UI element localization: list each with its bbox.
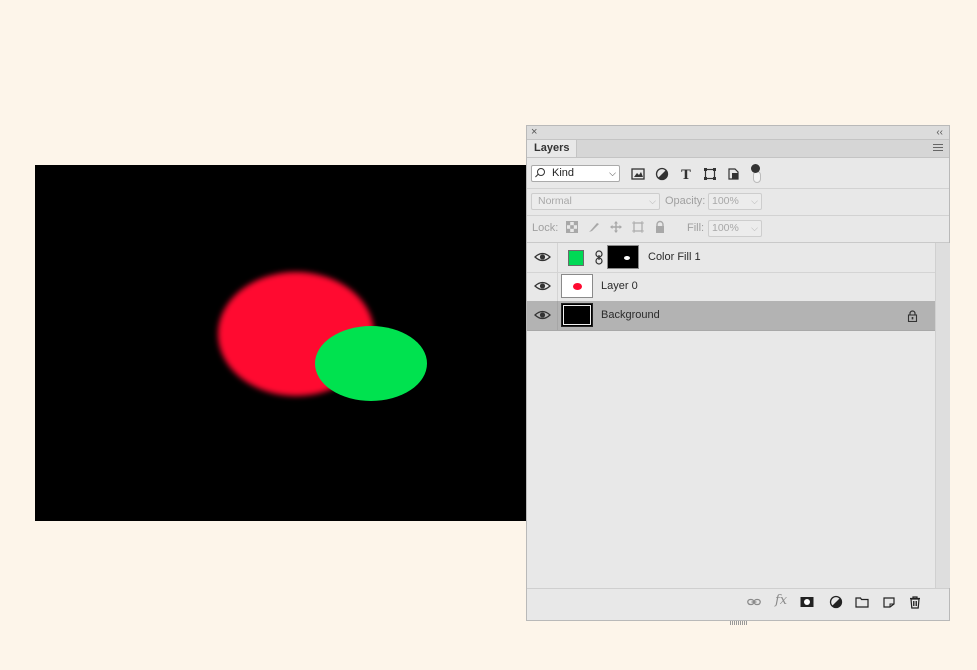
green-ellipse	[315, 326, 427, 401]
lock-image-pixels-icon[interactable]	[587, 220, 601, 234]
visibility-eye-icon[interactable]	[534, 279, 551, 293]
color-fill-thumbnail[interactable]	[561, 246, 585, 268]
lock-artboard-icon[interactable]	[631, 220, 645, 234]
layer-filter-row: Kind ⌵ T	[527, 158, 949, 189]
opacity-field[interactable]: 100% ⌵	[708, 193, 762, 210]
lock-transparent-pixels-icon[interactable]	[565, 220, 579, 234]
search-icon	[537, 168, 545, 176]
layer-name[interactable]: Layer 0	[601, 272, 638, 301]
new-group-icon[interactable]	[855, 595, 869, 609]
collapse-panel-icon[interactable]: ‹‹	[936, 126, 943, 139]
fx-icon[interactable]: fx	[775, 593, 787, 608]
shape-layer-filter-icon[interactable]	[702, 166, 718, 182]
opacity-value: 100%	[712, 195, 739, 207]
panel-menu-icon[interactable]	[933, 144, 943, 153]
color-swatch	[568, 250, 584, 266]
pixel-layer-filter-icon[interactable]	[630, 166, 646, 182]
layer-mask-thumbnail[interactable]	[607, 245, 639, 269]
layer-thumbnail[interactable]	[561, 274, 593, 298]
lock-all-icon[interactable]	[653, 220, 667, 234]
layers-list: Color Fill 1 Layer 0 Background	[527, 243, 935, 588]
lock-label: Lock:	[532, 222, 559, 234]
new-layer-icon[interactable]	[882, 595, 896, 609]
delete-layer-icon[interactable]	[908, 595, 922, 609]
lock-row: Lock: Fill: 100% ⌵	[527, 216, 949, 243]
chevron-down-icon: ⌵	[649, 196, 656, 206]
layer-name[interactable]: Background	[601, 301, 660, 330]
layers-scrollbar[interactable]	[935, 243, 950, 588]
mask-link-icon[interactable]	[595, 250, 603, 265]
blend-mode-select[interactable]: Normal ⌵	[531, 193, 660, 210]
link-layers-icon[interactable]	[747, 595, 761, 609]
layer-locked-icon	[907, 310, 918, 322]
panel-bottom-toolbar: fx	[527, 588, 949, 615]
close-panel-icon[interactable]: ×	[531, 126, 537, 139]
chevron-down-icon: ⌵	[609, 168, 616, 178]
layer-row-color-fill-1[interactable]: Color Fill 1	[527, 243, 935, 273]
chevron-down-icon: ⌵	[751, 223, 758, 233]
layers-panel: × ‹‹ Layers Kind ⌵ T Normal ⌵ Opacity: 1…	[526, 125, 950, 625]
tab-layers[interactable]: Layers	[527, 140, 578, 157]
layer-row-background[interactable]: Background	[527, 301, 935, 331]
filter-kind-label: Kind	[552, 167, 575, 179]
filter-toggle-switch[interactable]	[751, 164, 761, 183]
type-layer-filter-icon[interactable]: T	[678, 166, 694, 182]
layer-row-layer-0[interactable]: Layer 0	[527, 272, 935, 302]
svg-text:T: T	[681, 168, 691, 182]
smart-object-filter-icon[interactable]	[726, 166, 742, 182]
visibility-eye-icon[interactable]	[534, 308, 551, 322]
panel-title-bar[interactable]: × ‹‹	[527, 126, 949, 140]
add-mask-icon[interactable]	[800, 595, 814, 609]
layer-thumbnail[interactable]	[561, 303, 593, 327]
blend-mode-row: Normal ⌵ Opacity: 100% ⌵	[527, 189, 949, 216]
panel-resize-grip[interactable]	[730, 616, 748, 625]
blend-mode-value: Normal	[538, 195, 572, 207]
layer-name[interactable]: Color Fill 1	[648, 243, 701, 272]
visibility-eye-icon[interactable]	[534, 250, 551, 264]
adjustment-layer-filter-icon[interactable]	[654, 166, 670, 182]
fill-value: 100%	[712, 222, 739, 234]
filter-kind-select[interactable]: Kind ⌵	[531, 165, 620, 182]
lock-position-icon[interactable]	[609, 220, 623, 234]
opacity-label: Opacity:	[665, 195, 706, 207]
adjustment-layer-icon[interactable]	[829, 595, 843, 609]
chevron-down-icon: ⌵	[751, 196, 758, 206]
fill-field[interactable]: 100% ⌵	[708, 220, 762, 237]
panel-tab-row: Layers	[527, 140, 949, 158]
fill-label: Fill:	[687, 222, 705, 234]
